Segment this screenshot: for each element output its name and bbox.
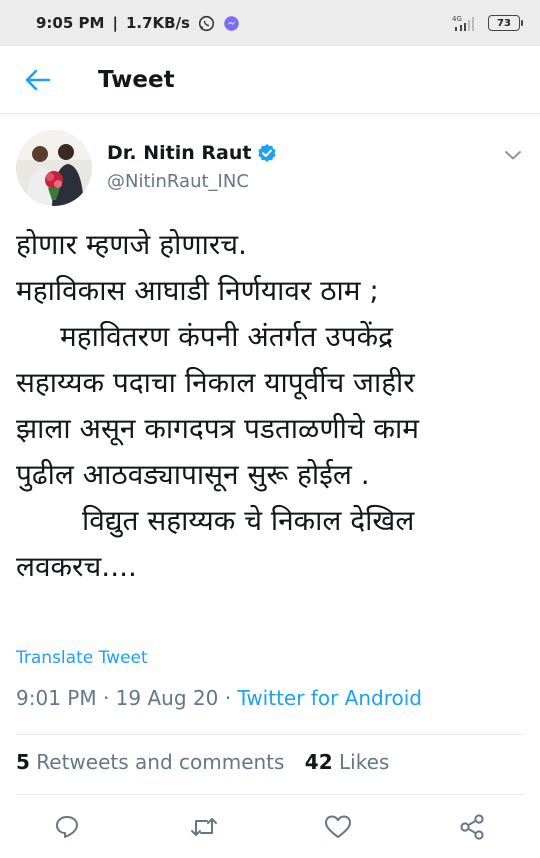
whatsapp-icon: [198, 15, 215, 31]
status-bar: 9:05 PM | 1.7KB/s 4G 73: [0, 0, 540, 46]
status-left: 9:05 PM | 1.7KB/s: [36, 14, 240, 32]
tweet-text: होणार म्हणजे होणारच. महाविकास आघाडी निर्…: [16, 222, 526, 590]
battery-level: 73: [497, 17, 511, 29]
divider: [16, 734, 524, 735]
tweet-line: महावितरण कंपनी अंतर्गत उपकेंद्र: [60, 320, 393, 353]
tweet-date: 19 Aug 20: [115, 686, 219, 710]
network-speed: 1.7KB/s: [125, 14, 190, 32]
author-handle[interactable]: @NitinRaut_INC: [107, 171, 277, 192]
tweet-line: सहाय्यक पदाचा निकाल यापूर्वीच जाहीर: [16, 366, 415, 399]
retweets-stat[interactable]: 5 Retweets and comments: [16, 750, 284, 774]
chevron-down-icon: [505, 151, 521, 160]
retweets-count: 5: [16, 750, 30, 774]
tweet-meta: 9:01 PM · 19 Aug 20 · Twitter for Androi…: [16, 686, 422, 710]
tweet-stats: 5 Retweets and comments 42 Likes: [16, 750, 389, 774]
author-display-name-row[interactable]: Dr. Nitin Raut: [107, 142, 277, 164]
tweet-line: विद्युत सहाय्यक चे निकाल देखिल: [82, 504, 415, 537]
tweet-menu-button[interactable]: [502, 146, 524, 164]
app-header: Tweet: [0, 46, 540, 114]
meta-dot: ·: [102, 686, 110, 710]
status-right: 4G 73: [452, 14, 523, 32]
likes-count: 42: [304, 750, 333, 774]
like-button[interactable]: [323, 812, 353, 842]
tweet-line: पुढील आठवड्यापासून सुरू होईल .: [16, 458, 370, 491]
avatar[interactable]: [16, 130, 92, 206]
page-title: Tweet: [98, 66, 175, 93]
back-button[interactable]: [18, 60, 58, 100]
network-type: 4G: [452, 15, 462, 23]
tweet-time: 9:01 PM: [16, 686, 97, 710]
tweet-author: Dr. Nitin Raut @NitinRaut_INC: [16, 130, 524, 210]
retweets-label: Retweets and comments: [36, 750, 285, 774]
likes-stat[interactable]: 42 Likes: [305, 750, 390, 774]
author-display-name: Dr. Nitin Raut: [107, 142, 252, 164]
avatar-image: [16, 130, 92, 206]
battery-icon: 73: [488, 15, 523, 31]
tweet-line: लवकरच....: [16, 550, 137, 583]
likes-label: Likes: [339, 750, 390, 774]
meta-dot: ·: [224, 686, 232, 710]
like-icon: [325, 815, 351, 838]
status-separator: |: [112, 14, 118, 32]
share-icon: [460, 814, 484, 840]
share-button[interactable]: [457, 812, 487, 842]
reply-button[interactable]: [52, 812, 82, 842]
tweet-line: महाविकास आघाडी निर्णयावर ठाम ;: [16, 274, 379, 307]
retweet-icon: [191, 818, 217, 836]
author-names: Dr. Nitin Raut @NitinRaut_INC: [107, 142, 277, 192]
tweet-line: झाला असून कागदपत्र पडताळणीचे काम: [16, 412, 420, 445]
signal-icon: 4G: [452, 15, 474, 31]
divider: [16, 794, 524, 795]
tweet-line: होणार म्हणजे होणारच.: [16, 228, 247, 261]
status-time: 9:05 PM: [36, 14, 105, 32]
messenger-icon: [224, 15, 239, 31]
tweet-actions: [0, 806, 540, 846]
retweet-button[interactable]: [189, 812, 219, 842]
tweet-source-link[interactable]: Twitter for Android: [237, 686, 422, 710]
reply-icon: [56, 816, 78, 838]
back-arrow-icon: [25, 69, 51, 90]
translate-tweet-link[interactable]: Translate Tweet: [16, 648, 148, 668]
verified-badge-icon: [258, 144, 277, 162]
